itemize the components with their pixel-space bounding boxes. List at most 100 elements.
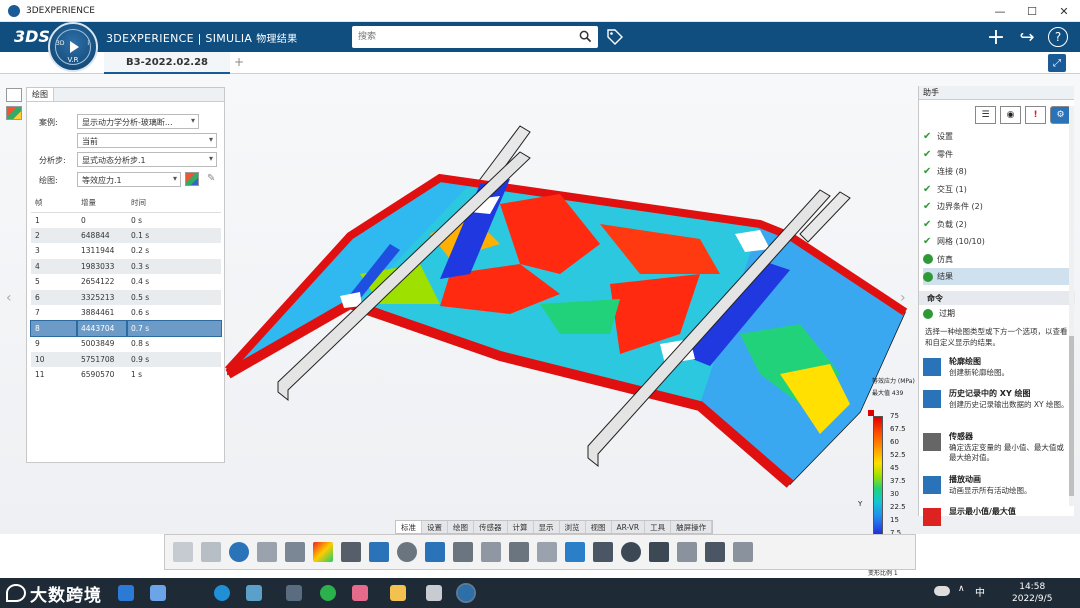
tree-item[interactable]: 结果	[923, 268, 1073, 285]
search-icon[interactable]	[579, 30, 592, 43]
tool-tab[interactable]: 设置	[422, 521, 448, 533]
shading-icon[interactable]	[285, 542, 305, 562]
plot-edit-icon[interactable]	[185, 172, 199, 186]
frame-row[interactable]: 11 6590570 1 s	[31, 367, 221, 383]
list-view-icon[interactable]: ☰	[975, 106, 996, 124]
edge-icon[interactable]	[214, 585, 230, 601]
fullscreen-icon[interactable]: ⤢	[1048, 54, 1066, 72]
step-select[interactable]: 显式动态分析步.1	[77, 152, 217, 167]
case-select[interactable]: 显示动力学分析-玻璃断...	[77, 114, 199, 129]
mesh-icon[interactable]	[677, 542, 697, 562]
pen-icon[interactable]: ✎	[207, 173, 215, 184]
plot-select[interactable]: 等效应力.1	[77, 172, 181, 187]
printer-icon[interactable]	[426, 585, 442, 601]
results-toggle-icon[interactable]	[6, 106, 22, 120]
tree-item[interactable]: ✔ 零件	[923, 146, 1073, 163]
ime-indicator[interactable]: 中	[975, 584, 985, 599]
frame-row[interactable]: 10 5751708 0.9 s	[31, 351, 221, 367]
search-input[interactable]	[358, 28, 573, 46]
ds-logo-icon[interactable]: 3DS	[14, 27, 50, 46]
tab-b3[interactable]: B3-2022.02.28	[104, 52, 230, 74]
zoom-box-icon[interactable]	[481, 542, 501, 562]
tab-plot[interactable]: 绘图	[27, 88, 54, 101]
tool-tab[interactable]: AR-VR	[612, 521, 646, 533]
undo-icon[interactable]	[229, 542, 249, 562]
rotate-icon[interactable]	[453, 542, 473, 562]
contour-plot-icon[interactable]	[313, 542, 333, 562]
tree-item[interactable]: ✔ 交互 (1)	[923, 181, 1073, 198]
frames-col-header[interactable]: 增量	[77, 194, 127, 213]
filter-outdated[interactable]: 过期	[923, 308, 955, 319]
help-icon[interactable]: ?	[1046, 25, 1070, 49]
panel-toggle-icon[interactable]	[6, 88, 22, 102]
frame-row[interactable]: 3 1311944 0.2 s	[31, 243, 221, 259]
tree-item[interactable]: ✔ 负载 (2)	[923, 216, 1073, 233]
table-icon[interactable]	[369, 542, 389, 562]
tool-tab[interactable]: 绘图	[448, 521, 474, 533]
chart-app-icon[interactable]	[246, 585, 262, 601]
tool-tab[interactable]: 标准	[396, 521, 422, 533]
copy-icon[interactable]	[173, 542, 193, 562]
frame-row[interactable]: 5 2654122 0.4 s	[31, 274, 221, 290]
settings-gear-icon[interactable]: ⚙	[1050, 106, 1071, 124]
frames-col-header[interactable]: 帧	[31, 194, 77, 213]
paint-icon[interactable]	[352, 585, 368, 601]
add-tab-button[interactable]: +	[234, 55, 244, 69]
share-icon[interactable]: ↪	[1015, 25, 1039, 49]
export-icon[interactable]	[733, 542, 753, 562]
tool-tab[interactable]: 传感器	[474, 521, 508, 533]
frame-row[interactable]: 4 1983033 0.3 s	[31, 258, 221, 274]
solid-view-icon[interactable]	[565, 542, 585, 562]
close-button[interactable]: ✕	[1048, 0, 1080, 22]
tool-tab[interactable]: 视图	[586, 521, 612, 533]
assistant-scrollbar[interactable]	[1069, 106, 1074, 506]
tool-tab[interactable]: 显示	[534, 521, 560, 533]
frame-row[interactable]: 9 5003849 0.8 s	[31, 336, 221, 352]
pan-icon[interactable]	[425, 542, 445, 562]
display-icon[interactable]	[649, 542, 669, 562]
frame-row[interactable]: 6 3325213 0.5 s	[31, 289, 221, 305]
tool-tab[interactable]: 浏览	[560, 521, 586, 533]
alert-icon[interactable]: !	[1025, 106, 1046, 124]
minimize-button[interactable]: —	[984, 0, 1016, 22]
wechat-icon[interactable]	[320, 585, 336, 601]
photos-icon[interactable]	[150, 585, 166, 601]
tree-item[interactable]: 仿真	[923, 251, 1073, 268]
tag-icon[interactable]	[606, 28, 624, 46]
animation-icon[interactable]	[341, 542, 361, 562]
probe-icon[interactable]	[705, 542, 725, 562]
tray-expand-icon[interactable]: ∧	[958, 584, 965, 594]
clock[interactable]: 14:58 2022/9/5	[1012, 581, 1052, 605]
scroll-thumb[interactable]	[1069, 336, 1074, 496]
explorer-icon[interactable]	[390, 585, 406, 601]
tab-assistant[interactable]: 助手	[919, 86, 1074, 100]
settings-icon[interactable]	[621, 542, 641, 562]
collapse-left-icon[interactable]: ‹	[6, 290, 12, 306]
frame-row[interactable]: 1 0 0 s	[31, 212, 221, 228]
tree-item[interactable]: ✔ 连接 (8)	[923, 163, 1073, 180]
tree-item[interactable]: ✔ 网格 (10/10)	[923, 233, 1073, 250]
tool-tab[interactable]: 触屏操作	[671, 521, 713, 533]
collapse-right-icon[interactable]: ›	[900, 290, 906, 306]
capture-icon[interactable]	[509, 542, 529, 562]
plus-icon[interactable]: +	[984, 25, 1008, 50]
tree-item[interactable]: ✔ 边界条件 (2)	[923, 198, 1073, 215]
frame-row[interactable]: 2 648844 0.1 s	[31, 227, 221, 243]
section-icon[interactable]	[537, 542, 557, 562]
frame-row[interactable]: 7 3884461 0.6 s	[31, 305, 221, 321]
data-icon[interactable]	[593, 542, 613, 562]
case-state-select[interactable]: 当前	[77, 133, 217, 148]
tool-tab[interactable]: 工具	[645, 521, 672, 533]
frames-col-header[interactable]: 时间	[127, 194, 221, 213]
compass-icon[interactable]: 3D i V.R	[48, 22, 98, 72]
calculator-icon[interactable]	[286, 585, 302, 601]
paste-icon[interactable]	[201, 542, 221, 562]
maximize-button[interactable]: ☐	[1016, 0, 1048, 22]
weather-icon[interactable]	[934, 586, 950, 596]
3dexperience-taskbar-icon[interactable]	[456, 583, 476, 603]
tool-tab[interactable]: 计算	[508, 521, 534, 533]
eye-icon[interactable]: ◉	[1000, 106, 1021, 124]
zoom-icon[interactable]	[397, 542, 417, 562]
frame-row[interactable]: 8 4443704 0.7 s	[30, 319, 222, 337]
view-cube-icon[interactable]	[257, 542, 277, 562]
